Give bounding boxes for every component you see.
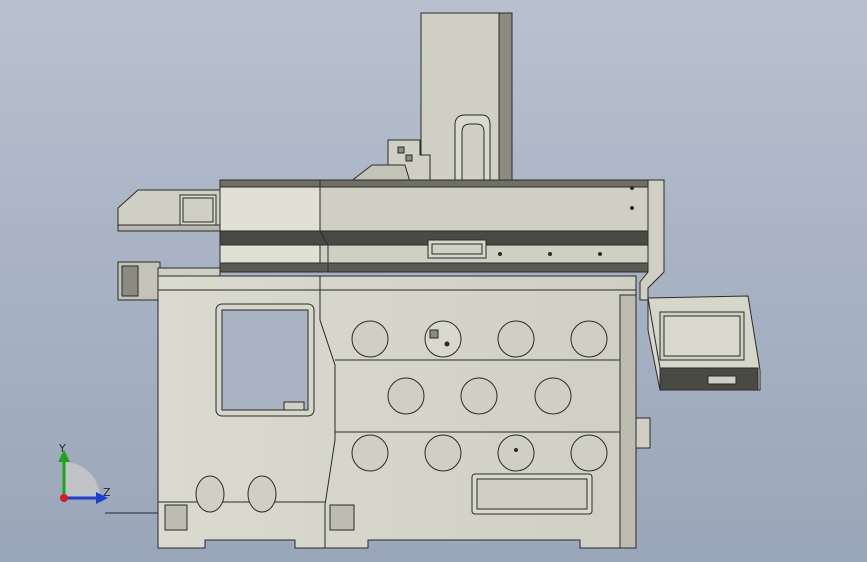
access-panel <box>471 473 593 515</box>
column-bracket <box>348 139 431 183</box>
triad-graphic <box>58 450 108 504</box>
machine-model[interactable] <box>0 0 867 562</box>
vertical-column <box>420 12 513 184</box>
control-pendant <box>647 295 761 391</box>
upper-beam <box>219 179 661 273</box>
orientation-triad[interactable]: Y Z <box>40 438 120 518</box>
z-axis-label: Z <box>103 486 111 499</box>
holes-row-2 <box>387 377 572 415</box>
y-axis-label: Y <box>59 442 66 455</box>
cad-viewport[interactable]: Y Z <box>0 0 867 562</box>
base-window <box>215 303 315 417</box>
